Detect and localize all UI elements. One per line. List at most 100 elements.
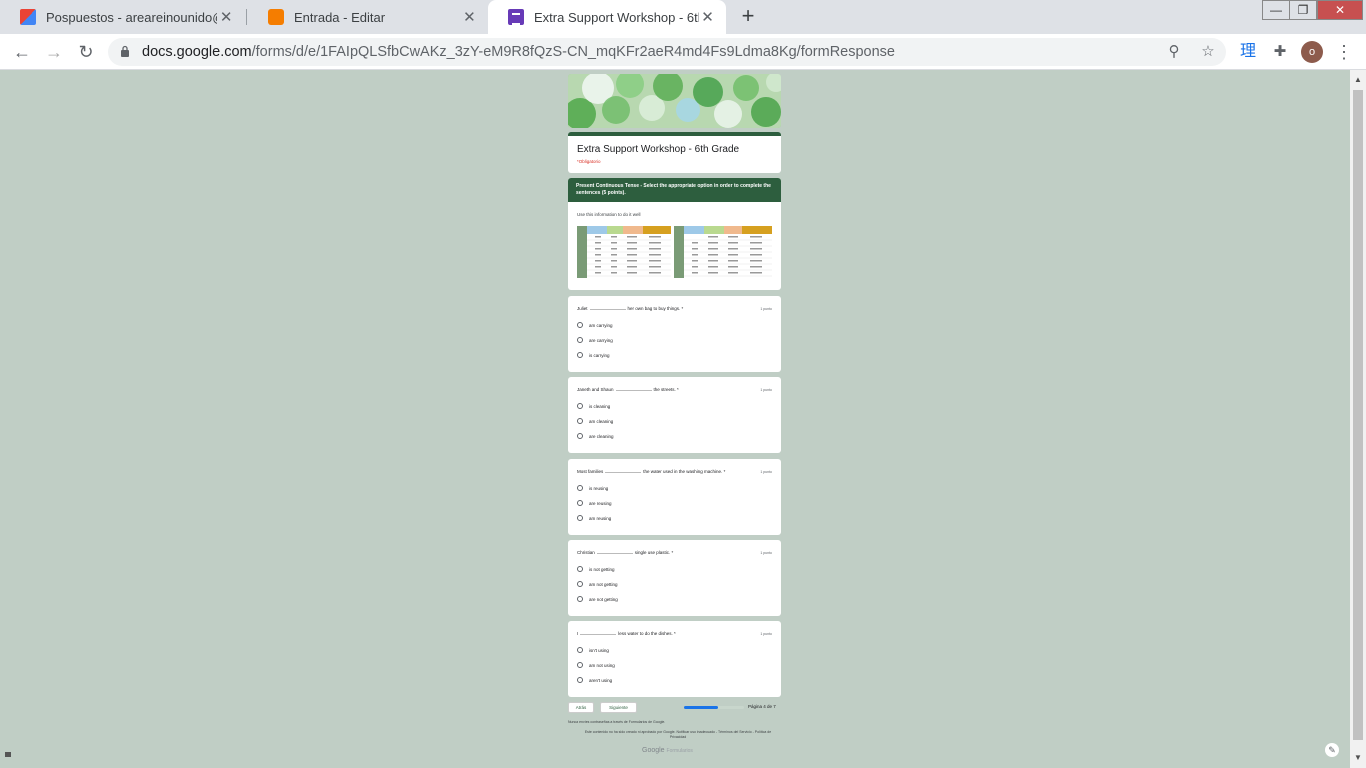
question-text-after: her own bag to buy things. * <box>627 306 684 311</box>
new-tab-button[interactable]: + <box>736 5 760 29</box>
tab-forms[interactable]: Extra Support Workshop - 6th Gr ✕ <box>488 0 726 34</box>
close-icon[interactable]: ✕ <box>217 8 235 26</box>
question-points: 1 punto <box>760 307 772 311</box>
blank-line <box>589 309 626 310</box>
avatar[interactable]: o <box>1301 41 1323 63</box>
question-text-after: the water used in the washing machine. * <box>643 469 726 474</box>
footer-disclaimer[interactable]: Este contenido no ha sido creado ni apro… <box>578 730 778 740</box>
translate-extension-icon[interactable]: 理 <box>1236 40 1260 64</box>
radio-button[interactable] <box>577 352 583 358</box>
radio-option[interactable]: am not getting <box>577 581 618 587</box>
radio-option[interactable]: isn't using <box>577 647 609 653</box>
close-icon[interactable]: ✕ <box>461 8 478 26</box>
form-column: Extra Support Workshop - 6th Grade *Obli… <box>568 74 781 754</box>
url-path: /forms/d/e/1FAIpQLSfbCwAKz_3zY-eM9R8fQzS… <box>251 44 895 60</box>
question-text-after: the streets. * <box>653 387 679 392</box>
maximize-button[interactable]: ❐ <box>1289 0 1317 20</box>
option-label: are not getting <box>589 596 618 602</box>
option-label: is not getting <box>589 566 615 572</box>
forms-icon <box>508 9 524 25</box>
option-label: am reusing <box>589 515 612 521</box>
option-label: am not getting <box>589 581 618 587</box>
google-forms-logo[interactable]: Google Formularios <box>642 747 693 754</box>
scroll-down-icon[interactable]: ▼ <box>1353 753 1363 763</box>
address-bar[interactable]: docs.google.com/forms/d/e/1FAIpQLSfbCwAK… <box>108 38 1226 66</box>
radio-button[interactable] <box>577 337 583 343</box>
reload-icon[interactable]: ↻ <box>74 40 98 64</box>
radio-button[interactable] <box>577 596 583 602</box>
form-navigation: Atrás Siguiente Página 4 de 7 <box>568 702 781 714</box>
radio-option[interactable]: aren't using <box>577 677 612 683</box>
radio-button[interactable] <box>577 581 583 587</box>
question-points: 1 punto <box>760 470 772 474</box>
question-text: Christian single use plastic. * <box>577 550 673 555</box>
radio-button[interactable] <box>577 418 583 424</box>
radio-button[interactable] <box>577 566 583 572</box>
radio-button[interactable] <box>577 403 583 409</box>
pencil-icon[interactable]: ✎ <box>1325 743 1339 757</box>
question-card: Iless water to do the dishes. * 1 punto … <box>568 621 781 697</box>
radio-option[interactable]: are cleaning <box>577 433 614 439</box>
lock-icon <box>121 45 129 57</box>
question-points: 1 punto <box>760 551 772 555</box>
radio-option[interactable]: am cleaning <box>577 418 613 424</box>
option-label: is reusing <box>589 485 609 491</box>
tab-blogger[interactable]: Entrada - Editar ✕ <box>248 0 488 34</box>
menu-icon[interactable]: ⋮ <box>1332 40 1356 64</box>
option-label: am not using <box>589 662 615 668</box>
question-text: Most families the water used in the washi… <box>577 469 725 474</box>
radio-button[interactable] <box>577 647 583 653</box>
radio-option[interactable]: is reusing <box>577 485 608 491</box>
radio-button[interactable] <box>577 485 583 491</box>
minimize-button[interactable]: — <box>1262 0 1290 20</box>
radio-option[interactable]: am not using <box>577 662 615 668</box>
radio-option[interactable]: am reusing <box>577 515 611 521</box>
scroll-thumb[interactable] <box>1353 90 1363 740</box>
tab-title: Entrada - Editar <box>294 9 386 25</box>
zoom-icon[interactable]: ⚲ <box>1164 42 1184 62</box>
close-icon[interactable]: ✕ <box>699 8 716 26</box>
blank-line <box>580 634 617 635</box>
radio-option[interactable]: is not getting <box>577 566 615 572</box>
tab-title: Pospuestos - areareinounido@gm <box>46 9 217 25</box>
question-card: Juliet her own bag to buy things. * 1 pun… <box>568 296 781 372</box>
radio-option[interactable]: is cleaning <box>577 403 610 409</box>
question-text: Janeth and Shaun the streets. * <box>577 387 679 392</box>
star-icon[interactable]: ☆ <box>1198 42 1218 62</box>
question-card: Janeth and Shaun the streets. * 1 punto i… <box>568 377 781 453</box>
radio-button[interactable] <box>577 433 583 439</box>
radio-button[interactable] <box>577 322 583 328</box>
radio-option[interactable]: are not getting <box>577 596 618 602</box>
radio-option[interactable]: is carrying <box>577 352 610 358</box>
logo-google: Google <box>642 747 665 754</box>
question-text: Iless water to do the dishes. * <box>577 631 676 636</box>
radio-button[interactable] <box>577 500 583 506</box>
corner-indicator <box>5 752 11 757</box>
radio-option[interactable]: are carrying <box>577 337 613 343</box>
radio-option[interactable]: am carrying <box>577 322 613 328</box>
question-points: 1 punto <box>760 388 772 392</box>
radio-button[interactable] <box>577 515 583 521</box>
window-close-button[interactable]: ✕ <box>1317 0 1363 20</box>
radio-button[interactable] <box>577 662 583 668</box>
option-label: are reusing <box>589 500 612 506</box>
extensions-icon[interactable]: ✚ <box>1268 40 1292 64</box>
form-title: Extra Support Workshop - 6th Grade <box>577 144 740 155</box>
radio-button[interactable] <box>577 677 583 683</box>
option-label: is carrying <box>589 352 610 358</box>
page-indicator: Página 4 de 7 <box>748 704 776 709</box>
next-button[interactable]: Siguiente <box>600 702 637 713</box>
back-arrow-icon[interactable]: ← <box>10 40 34 64</box>
back-button[interactable]: Atrás <box>568 702 594 713</box>
tab-gmail[interactable]: Pospuestos - areareinounido@gm ✕ <box>0 0 245 34</box>
question-text-before: I <box>577 631 579 636</box>
radio-option[interactable]: are reusing <box>577 500 612 506</box>
forward-arrow-icon[interactable]: → <box>42 40 66 64</box>
required-note: *Obligatorio <box>577 159 601 164</box>
tab-strip: Pospuestos - areareinounido@gm ✕ Entrada… <box>0 0 1366 34</box>
progress-fill <box>684 706 719 709</box>
scroll-up-icon[interactable]: ▲ <box>1353 75 1363 85</box>
question-text-after: single use plastic. * <box>634 550 674 555</box>
scrollbar[interactable]: ▲ ▼ <box>1350 70 1366 768</box>
tab-divider <box>246 9 247 25</box>
